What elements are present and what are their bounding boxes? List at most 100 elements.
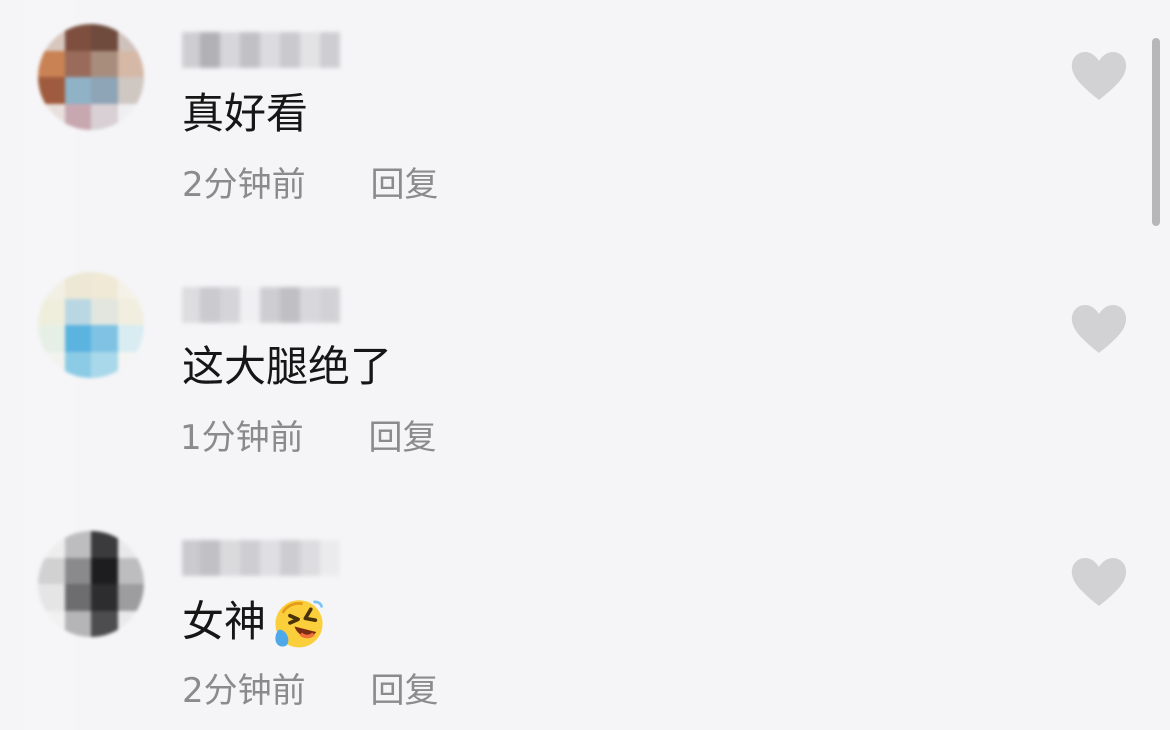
- avatar-pixel: [64, 584, 91, 611]
- avatar-pixel: [117, 351, 144, 378]
- username-pixel: [220, 32, 240, 68]
- avatar-pixel: [91, 325, 118, 352]
- avatar-pixel: [38, 298, 65, 325]
- username-pixel: [280, 32, 300, 68]
- username-pixel: [220, 287, 240, 323]
- avatar-pixel: [91, 351, 118, 378]
- avatar-pixel: [38, 557, 65, 584]
- reply-button[interactable]: 回复: [368, 413, 436, 463]
- avatar-pixel: [64, 351, 91, 378]
- avatar-pixel: [117, 50, 144, 77]
- username-pixel: [182, 32, 200, 68]
- avatar-pixel: [38, 272, 65, 299]
- heart-outline-icon: [1071, 52, 1127, 100]
- comment-time: 2分钟前: [182, 165, 306, 205]
- avatar-pixel: [64, 50, 91, 77]
- comment-text-label: 女神: [182, 597, 267, 646]
- username-pixel: [220, 540, 240, 576]
- username-pixel: [300, 287, 320, 323]
- avatar-pixel: [117, 531, 144, 558]
- avatar-pixel: [38, 531, 65, 558]
- avatar-pixel: [64, 77, 91, 104]
- avatar-pixel: [64, 103, 91, 130]
- comment-text: 这大腿绝了: [182, 342, 393, 391]
- scrollbar[interactable]: [1152, 38, 1160, 226]
- avatar-pixel: [117, 610, 144, 637]
- avatar-pixel: [91, 103, 118, 130]
- comment-item-2: 这大腿绝了 1分钟前 回复: [0, 253, 1150, 503]
- username-pixel: [200, 32, 220, 68]
- avatar-pixel: [117, 272, 144, 299]
- avatar-pixel: [64, 325, 91, 352]
- username-pixel: [320, 287, 340, 323]
- avatar-pixel: [38, 77, 65, 104]
- avatar-pixel: [64, 298, 91, 325]
- avatar-pixel: [38, 24, 65, 51]
- avatar-pixel: [91, 50, 118, 77]
- avatar-pixel: [64, 610, 91, 637]
- username-pixel: [320, 540, 340, 576]
- username-pixel: [260, 540, 280, 576]
- avatar-pixel: [64, 531, 91, 558]
- username-pixel: [320, 32, 340, 68]
- avatar-pixel: [38, 351, 65, 378]
- username-pixel: [260, 287, 280, 323]
- avatar-pixel: [64, 24, 91, 51]
- avatar-pixel: [91, 298, 118, 325]
- comment-meta: 2分钟前 回复: [182, 666, 438, 716]
- avatar-pixel: [117, 77, 144, 104]
- avatar-pixel: [64, 272, 91, 299]
- avatar-pixel: [38, 584, 65, 611]
- username-pixel: [182, 287, 200, 323]
- avatar-pixel: [117, 557, 144, 584]
- avatar-pixel: [117, 298, 144, 325]
- username-pixel: [280, 287, 300, 323]
- comment-meta: 1分钟前 回复: [180, 413, 436, 463]
- avatar[interactable]: [38, 272, 144, 378]
- username-pixel: [200, 287, 220, 323]
- username-pixel: [182, 540, 200, 576]
- username-pixel: [300, 540, 320, 576]
- avatar-pixel: [91, 557, 118, 584]
- avatar[interactable]: [38, 531, 144, 637]
- avatar-pixel: [91, 584, 118, 611]
- laughing-tears-emoji: [275, 600, 324, 648]
- comment-item-1: 真好看 2分钟前 回复: [0, 0, 1150, 250]
- avatar-pixel: [91, 272, 118, 299]
- avatar-pixel: [91, 77, 118, 104]
- like-button[interactable]: [1068, 301, 1130, 357]
- username-pixel: [240, 540, 260, 576]
- username-pixel: [200, 540, 220, 576]
- avatar-pixel: [38, 325, 65, 352]
- avatar-pixel: [64, 557, 91, 584]
- username-pixel: [300, 32, 320, 68]
- comment-text: 女神: [182, 593, 328, 651]
- avatar-pixel: [117, 584, 144, 611]
- username-blurred[interactable]: [182, 28, 340, 72]
- comment-list-screen: 真好看 2分钟前 回复 这大腿绝了 1分钟前 回复 女神 2分钟前 回复: [0, 0, 1170, 730]
- username-pixel: [280, 540, 300, 576]
- heart-outline-icon: [1071, 558, 1127, 606]
- avatar-pixel: [117, 325, 144, 352]
- comment-text: 真好看: [182, 89, 309, 138]
- avatar-pixel: [91, 24, 118, 51]
- reply-button[interactable]: 回复: [370, 160, 438, 210]
- avatar-pixel: [38, 103, 65, 130]
- avatar-pixel: [38, 610, 65, 637]
- heart-outline-icon: [1071, 305, 1127, 353]
- comment-time: 2分钟前: [182, 671, 306, 711]
- username-blurred[interactable]: [182, 283, 340, 327]
- avatar-pixel: [91, 610, 118, 637]
- username-pixel: [240, 287, 260, 323]
- avatar[interactable]: [38, 24, 144, 130]
- comment-time: 1分钟前: [180, 418, 304, 458]
- comment-meta: 2分钟前 回复: [182, 160, 438, 210]
- reply-button[interactable]: 回复: [370, 666, 438, 716]
- avatar-pixel: [117, 24, 144, 51]
- like-button[interactable]: [1068, 48, 1130, 104]
- username-blurred[interactable]: [182, 536, 340, 580]
- like-button[interactable]: [1068, 554, 1130, 610]
- avatar-pixel: [117, 103, 144, 130]
- avatar-pixel: [91, 531, 118, 558]
- username-pixel: [240, 32, 260, 68]
